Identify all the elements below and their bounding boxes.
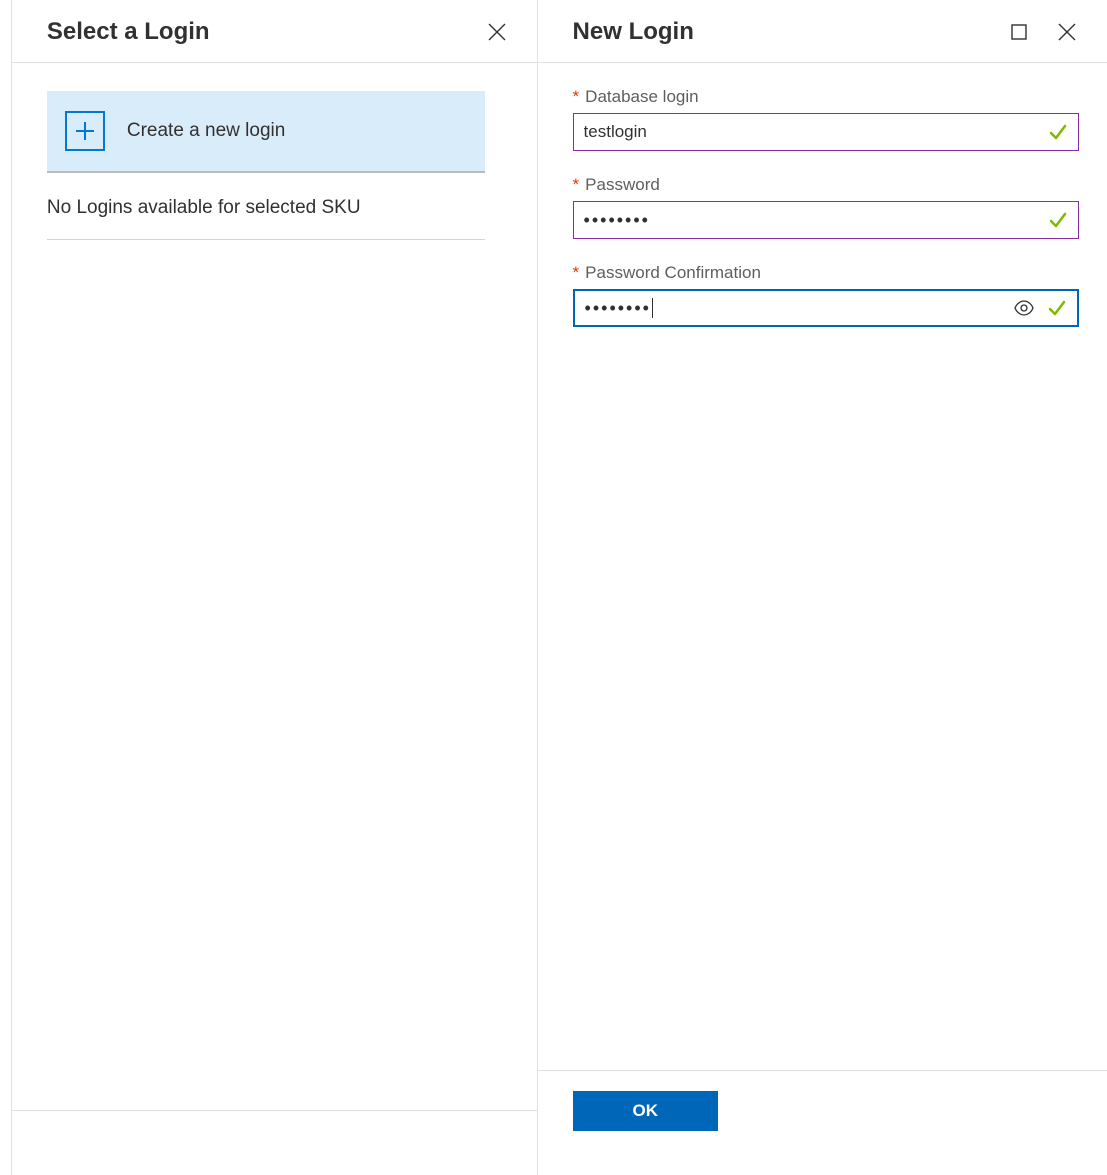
select-login-header: Select a Login [12, 0, 537, 63]
required-indicator: * [573, 263, 580, 282]
new-login-footer: OK [538, 1070, 1107, 1175]
maximize-icon[interactable] [1007, 20, 1031, 44]
checkmark-icon [1047, 298, 1067, 318]
select-login-panel: Select a Login Create a new login No Log… [12, 0, 538, 1175]
close-icon[interactable] [485, 20, 509, 44]
close-icon[interactable] [1055, 20, 1079, 44]
new-login-title: New Login [573, 18, 694, 46]
password-label: * Password [573, 175, 1079, 195]
required-indicator: * [573, 175, 580, 194]
password-confirmation-field: * Password Confirmation •••••••• [573, 263, 1079, 327]
no-logins-message: No Logins available for selected SKU [47, 173, 485, 240]
password-input[interactable]: •••••••• [584, 210, 1040, 231]
left-gutter [0, 0, 12, 1175]
text-caret [652, 298, 653, 318]
eye-icon[interactable] [1013, 297, 1035, 319]
checkmark-icon [1048, 122, 1068, 142]
database-login-field: * Database login [573, 87, 1079, 151]
select-login-footer [12, 1110, 537, 1175]
password-confirmation-input[interactable]: •••••••• [585, 298, 1005, 319]
password-confirmation-value: •••••••• [585, 298, 651, 319]
database-login-label-text: Database login [585, 87, 698, 106]
checkmark-icon [1048, 210, 1068, 230]
create-new-login-label: Create a new login [127, 120, 285, 142]
password-input-wrap: •••••••• [573, 201, 1079, 239]
password-field: * Password •••••••• [573, 175, 1079, 239]
create-new-login-card[interactable]: Create a new login [47, 91, 485, 173]
database-login-input[interactable] [584, 114, 1040, 150]
database-login-input-wrap [573, 113, 1079, 151]
database-login-label: * Database login [573, 87, 1079, 107]
ok-button[interactable]: OK [573, 1091, 719, 1131]
password-confirmation-label: * Password Confirmation [573, 263, 1079, 283]
new-login-header: New Login [538, 0, 1107, 63]
password-confirmation-label-text: Password Confirmation [585, 263, 761, 282]
plus-icon [65, 111, 105, 151]
new-login-panel: New Login * Database login [538, 0, 1107, 1175]
password-confirmation-input-wrap: •••••••• [573, 289, 1079, 327]
required-indicator: * [573, 87, 580, 106]
password-label-text: Password [585, 175, 660, 194]
select-login-title: Select a Login [47, 18, 210, 46]
